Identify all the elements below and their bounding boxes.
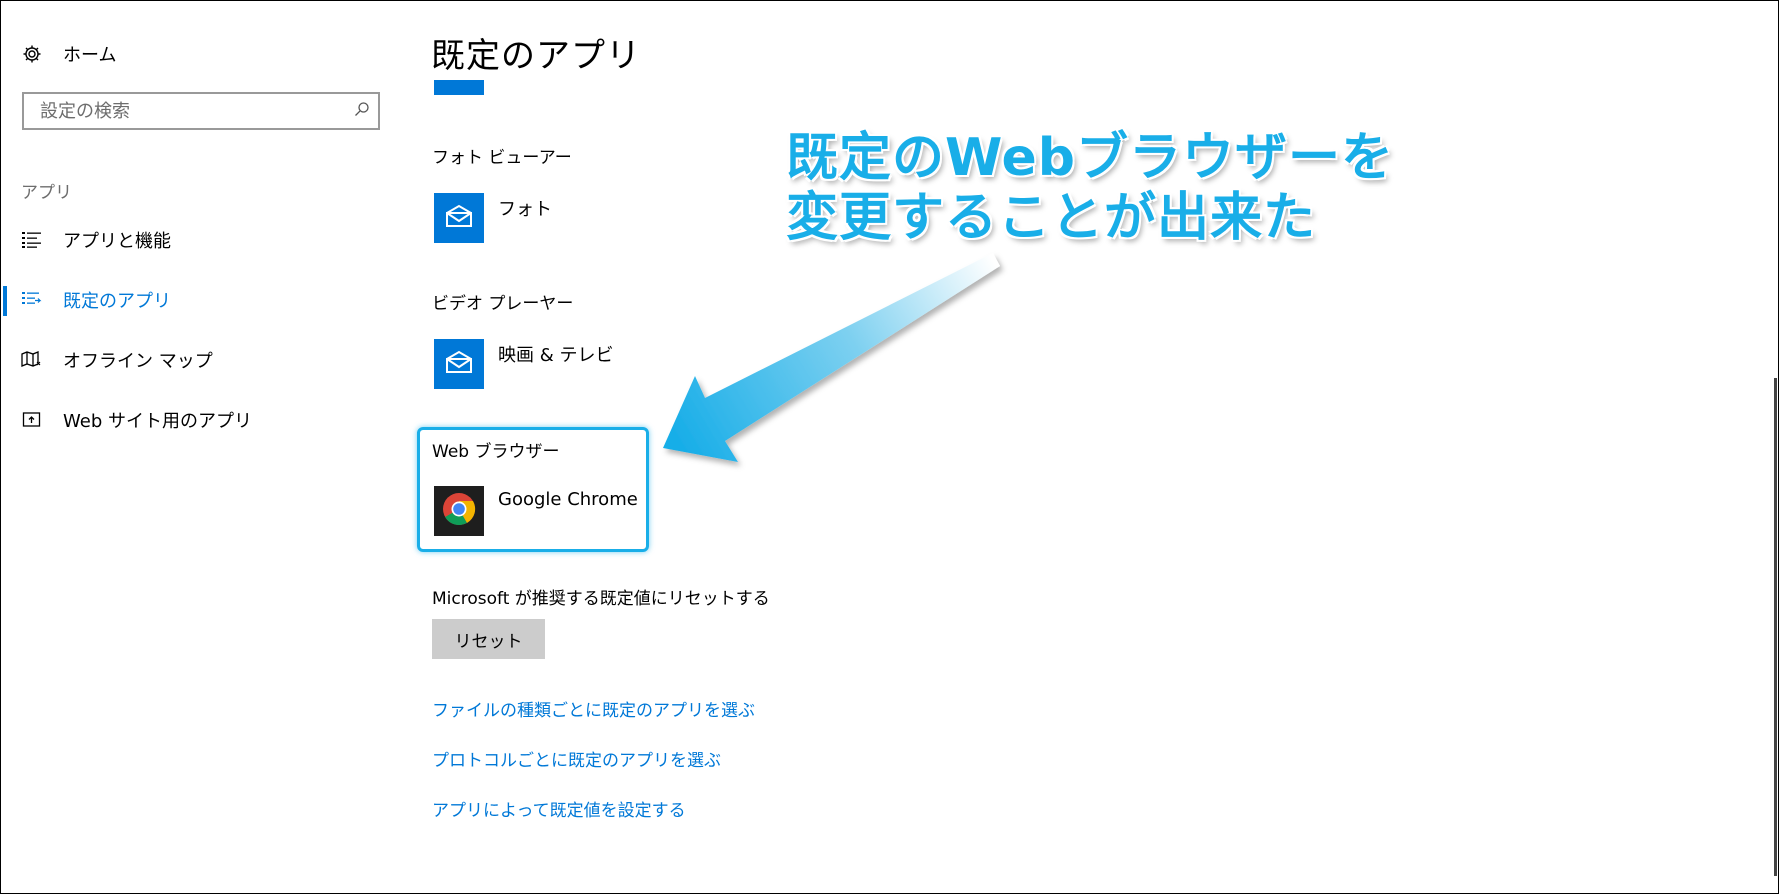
annotation-line-1: 既定のWebブラウザーを — [786, 128, 1394, 188]
annotation-line-2: 変更することが出来た — [786, 188, 1317, 248]
annotation-text: 既定のWebブラウザーを 変更することが出来た — [786, 128, 1394, 248]
scrollbar[interactable] — [1774, 378, 1777, 876]
